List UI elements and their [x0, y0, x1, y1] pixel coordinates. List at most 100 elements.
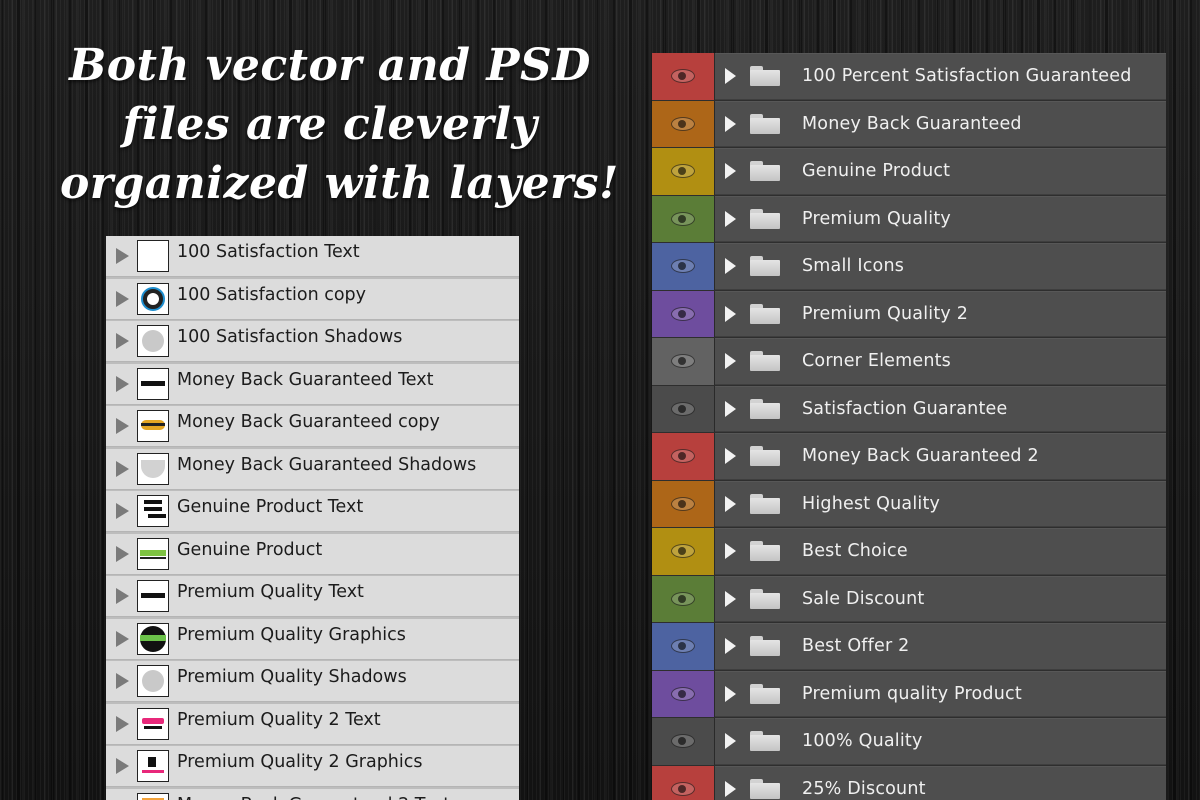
- layer-group-body[interactable]: Small Icons: [715, 243, 1166, 290]
- layer-row[interactable]: Premium Quality Shadows: [106, 661, 519, 702]
- layer-row[interactable]: 100 Satisfaction Shadows: [106, 321, 519, 362]
- eye-icon[interactable]: [671, 69, 695, 84]
- layer-group-body[interactable]: Satisfaction Guarantee: [715, 385, 1166, 432]
- layer-group-body[interactable]: Highest Quality: [715, 480, 1166, 527]
- eye-icon[interactable]: [671, 164, 695, 179]
- layer-group-row[interactable]: Highest Quality: [652, 480, 1166, 527]
- eye-icon[interactable]: [671, 781, 695, 796]
- expand-triangle-icon[interactable]: [116, 375, 129, 392]
- layer-row[interactable]: Premium Quality Text: [106, 576, 519, 617]
- expand-triangle-icon[interactable]: [725, 448, 736, 465]
- visibility-toggle[interactable]: [652, 480, 715, 527]
- layer-row[interactable]: Money Back Guaranteed copy: [106, 406, 519, 447]
- eye-icon[interactable]: [671, 211, 695, 226]
- layer-row[interactable]: 100 Satisfaction copy: [106, 278, 519, 320]
- layer-group-row[interactable]: 100 Percent Satisfaction Guaranteed: [652, 53, 1166, 100]
- expand-triangle-icon[interactable]: [725, 353, 736, 370]
- layer-group-body[interactable]: Money Back Guaranteed 2: [715, 433, 1166, 480]
- layer-group-body[interactable]: Premium quality Product: [715, 670, 1166, 717]
- visibility-toggle[interactable]: [652, 718, 715, 765]
- expand-triangle-icon[interactable]: [725, 400, 736, 417]
- expand-triangle-icon[interactable]: [725, 495, 736, 512]
- layer-group-row[interactable]: Premium quality Product: [652, 670, 1166, 717]
- layer-row[interactable]: Genuine Product: [106, 533, 519, 575]
- eye-icon[interactable]: [671, 686, 695, 701]
- layer-group-row[interactable]: 100% Quality: [652, 718, 1166, 765]
- layer-group-body[interactable]: 100% Quality: [715, 718, 1166, 765]
- eye-icon[interactable]: [671, 544, 695, 559]
- layer-group-body[interactable]: Genuine Product: [715, 148, 1166, 195]
- expand-triangle-icon[interactable]: [725, 68, 736, 85]
- expand-triangle-icon[interactable]: [116, 630, 129, 647]
- visibility-toggle[interactable]: [652, 765, 715, 800]
- visibility-toggle[interactable]: [652, 528, 715, 575]
- visibility-toggle[interactable]: [652, 670, 715, 717]
- eye-icon[interactable]: [671, 734, 695, 749]
- eye-icon[interactable]: [671, 639, 695, 654]
- layer-group-body[interactable]: Best Offer 2: [715, 623, 1166, 670]
- visibility-toggle[interactable]: [652, 433, 715, 480]
- layer-row[interactable]: Premium Quality Graphics: [106, 618, 519, 660]
- layer-group-row[interactable]: Sale Discount: [652, 575, 1166, 622]
- expand-triangle-icon[interactable]: [725, 685, 736, 702]
- layer-group-row[interactable]: Premium Quality 2: [652, 290, 1166, 337]
- expand-triangle-icon[interactable]: [116, 418, 129, 434]
- eye-icon[interactable]: [671, 354, 695, 369]
- layer-row[interactable]: Money Back Guaranteed Shadows: [106, 448, 519, 490]
- layer-group-body[interactable]: Best Choice: [715, 528, 1166, 575]
- layer-row[interactable]: Premium Quality 2 Graphics: [106, 746, 519, 787]
- layer-row[interactable]: Premium Quality 2 Text: [106, 703, 519, 745]
- expand-triangle-icon[interactable]: [116, 503, 129, 519]
- visibility-toggle[interactable]: [652, 290, 715, 337]
- expand-triangle-icon[interactable]: [725, 590, 736, 607]
- visibility-toggle[interactable]: [652, 243, 715, 290]
- layer-group-row[interactable]: Money Back Guaranteed 2: [652, 433, 1166, 480]
- layer-group-row[interactable]: Best Choice: [652, 528, 1166, 575]
- layer-group-row[interactable]: Money Back Guaranteed: [652, 100, 1166, 147]
- expand-triangle-icon[interactable]: [116, 758, 129, 774]
- layer-group-body[interactable]: Premium Quality 2: [715, 290, 1166, 337]
- layer-group-row[interactable]: 25% Discount: [652, 765, 1166, 800]
- layer-group-body[interactable]: Money Back Guaranteed: [715, 100, 1166, 147]
- layer-group-row[interactable]: Satisfaction Guarantee: [652, 385, 1166, 432]
- expand-triangle-icon[interactable]: [116, 673, 129, 689]
- expand-triangle-icon[interactable]: [116, 333, 129, 349]
- eye-icon[interactable]: [671, 306, 695, 321]
- layer-row[interactable]: 100 Satisfaction Text: [106, 236, 519, 277]
- eye-icon[interactable]: [671, 259, 695, 274]
- layer-group-body[interactable]: Sale Discount: [715, 575, 1166, 622]
- visibility-toggle[interactable]: [652, 100, 715, 147]
- eye-icon[interactable]: [671, 591, 695, 606]
- expand-triangle-icon[interactable]: [725, 638, 736, 655]
- layer-row[interactable]: Genuine Product Text: [106, 491, 519, 532]
- expand-triangle-icon[interactable]: [116, 248, 129, 264]
- layer-group-row[interactable]: Corner Elements: [652, 338, 1166, 385]
- visibility-toggle[interactable]: [652, 623, 715, 670]
- layer-group-body[interactable]: Premium Quality: [715, 195, 1166, 242]
- layer-row[interactable]: Money Back Guaranteed Text: [106, 363, 519, 405]
- expand-triangle-icon[interactable]: [116, 290, 129, 307]
- expand-triangle-icon[interactable]: [725, 780, 736, 797]
- expand-triangle-icon[interactable]: [116, 545, 129, 562]
- layer-group-row[interactable]: Small Icons: [652, 243, 1166, 290]
- layer-group-row[interactable]: Genuine Product: [652, 148, 1166, 195]
- layer-row[interactable]: Money Back Guaranteed 2 Text: [106, 788, 519, 800]
- expand-triangle-icon[interactable]: [116, 460, 129, 477]
- layer-group-row[interactable]: Best Offer 2: [652, 623, 1166, 670]
- expand-triangle-icon[interactable]: [116, 588, 129, 604]
- expand-triangle-icon[interactable]: [725, 543, 736, 560]
- layer-group-body[interactable]: 100 Percent Satisfaction Guaranteed: [715, 53, 1166, 100]
- expand-triangle-icon[interactable]: [116, 715, 129, 732]
- visibility-toggle[interactable]: [652, 148, 715, 195]
- expand-triangle-icon[interactable]: [725, 163, 736, 180]
- eye-icon[interactable]: [671, 449, 695, 464]
- visibility-toggle[interactable]: [652, 385, 715, 432]
- expand-triangle-icon[interactable]: [725, 733, 736, 750]
- eye-icon[interactable]: [671, 116, 695, 131]
- layer-group-body[interactable]: 25% Discount: [715, 765, 1166, 800]
- layer-group-body[interactable]: Corner Elements: [715, 338, 1166, 385]
- eye-icon[interactable]: [671, 401, 695, 416]
- eye-icon[interactable]: [671, 496, 695, 511]
- visibility-toggle[interactable]: [652, 575, 715, 622]
- expand-triangle-icon[interactable]: [725, 258, 736, 275]
